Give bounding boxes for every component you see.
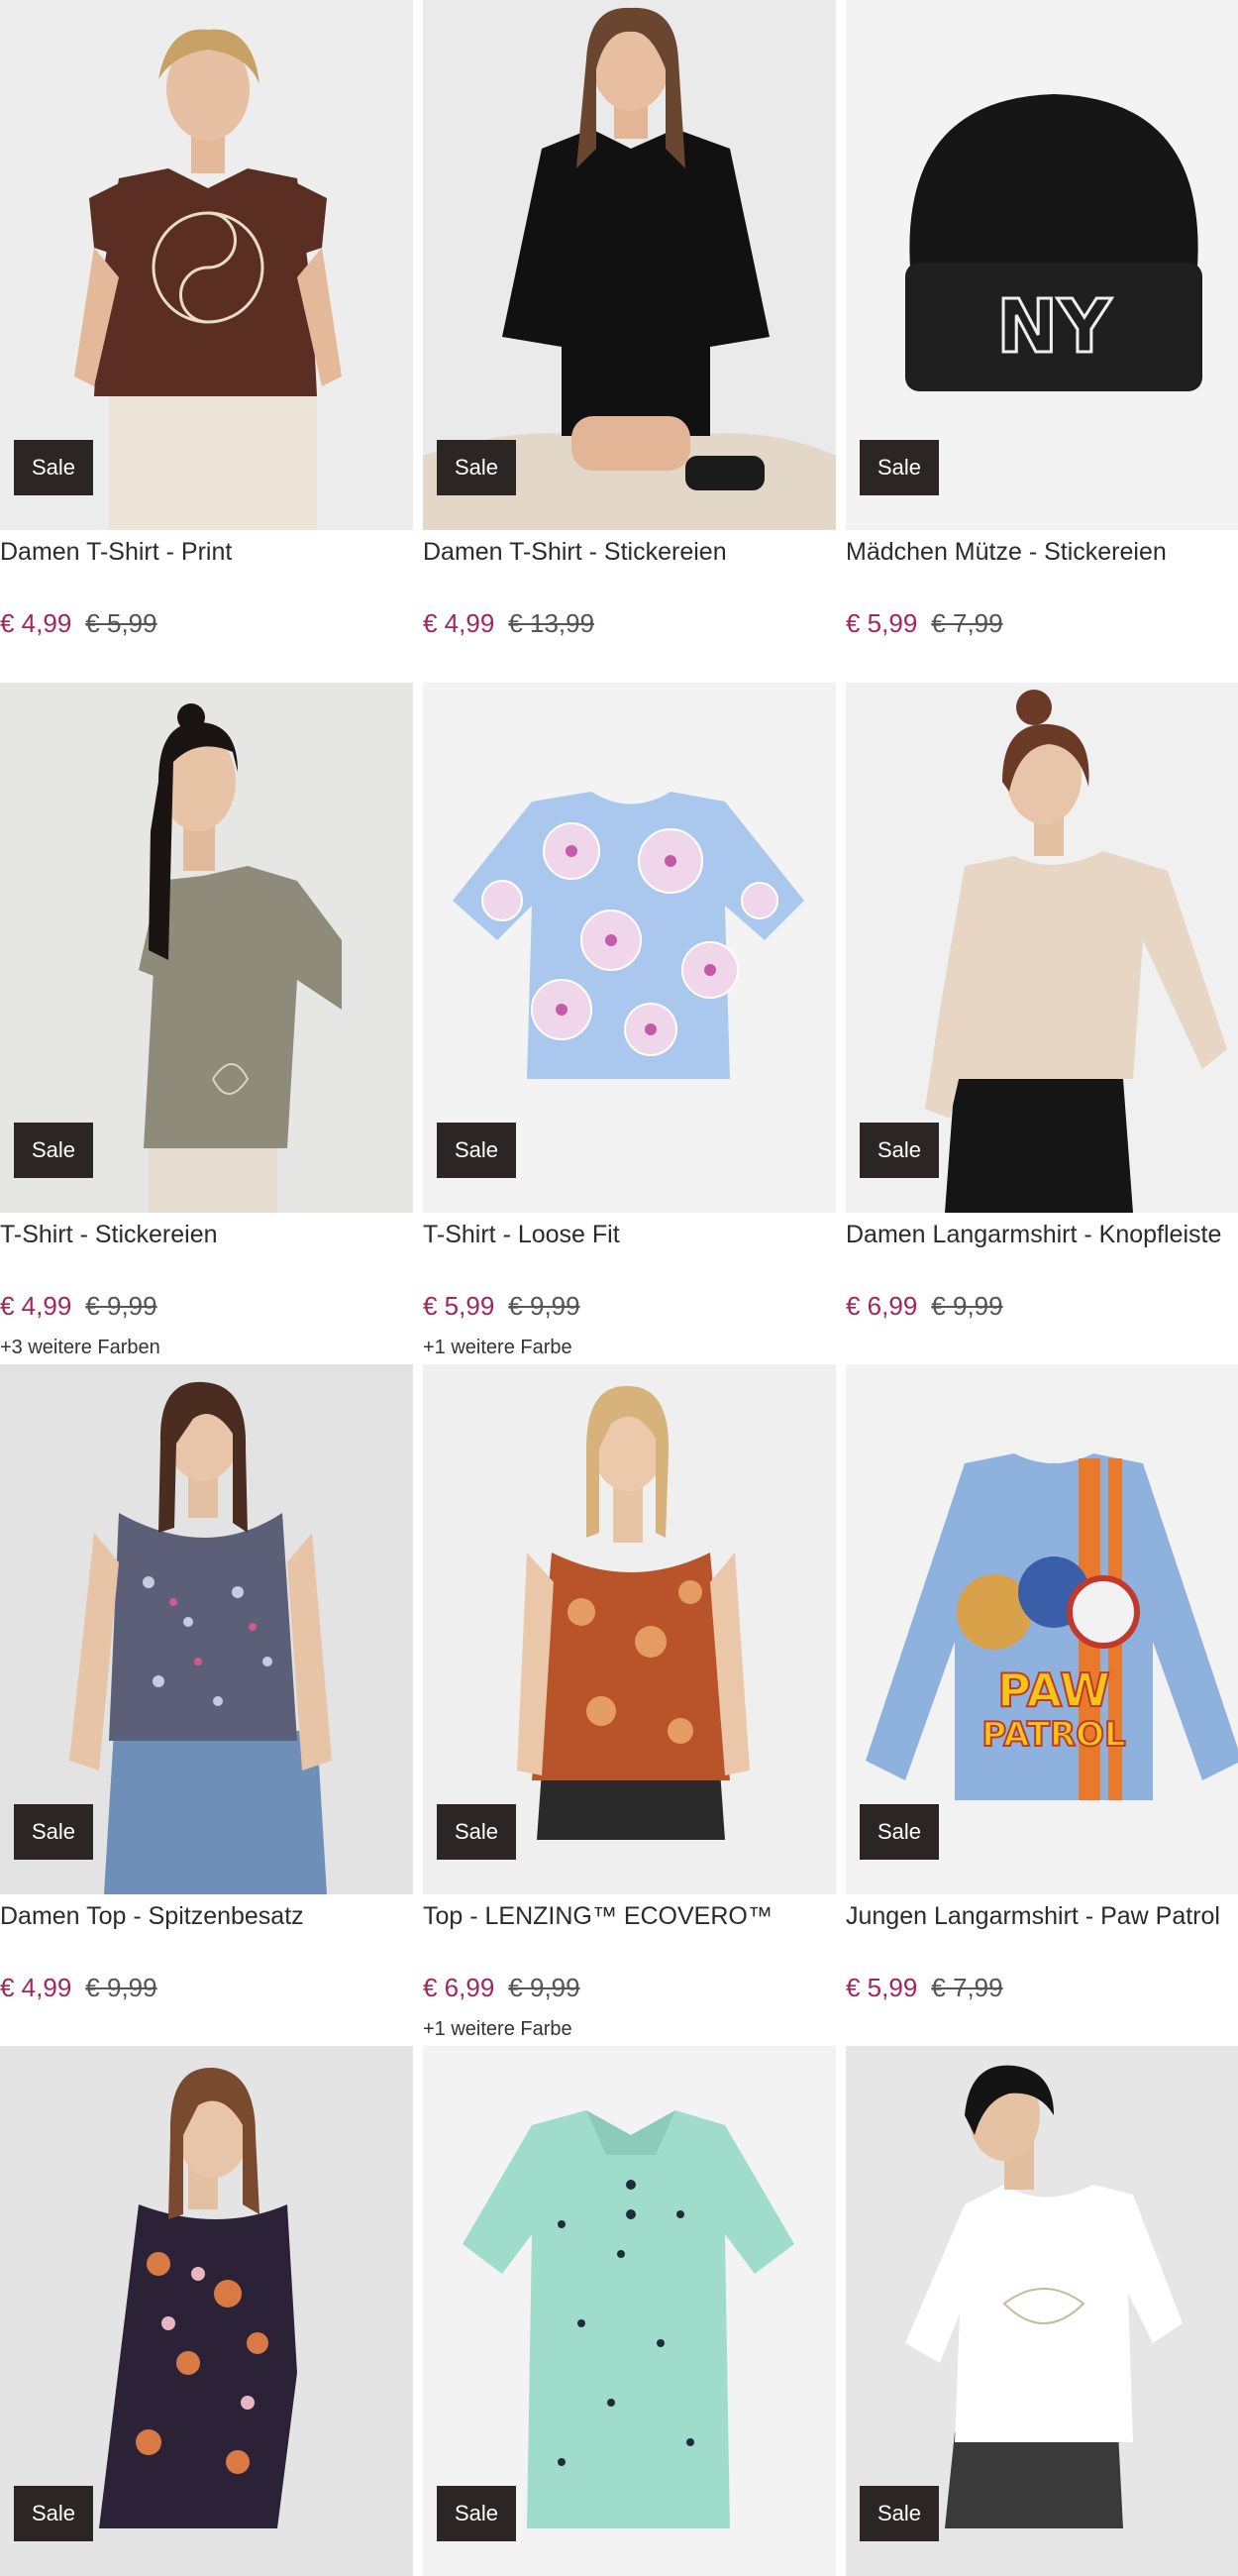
original-price: € 9,99 [508, 1973, 580, 2002]
product-grid: Sale Damen T-Shirt - Print € 4,99 € 5,99 … [0, 0, 1238, 2576]
sale-price: € 4,99 [0, 1291, 72, 1321]
original-price: € 7,99 [931, 608, 1003, 638]
price-row: € 5,99 € 7,99 [846, 608, 1003, 639]
product-image[interactable]: Sale [0, 2046, 413, 2576]
product-image[interactable]: Sale [423, 2046, 836, 2576]
paw-logo-bottom: PATROL [981, 1715, 1125, 1755]
sale-badge: Sale [860, 1804, 939, 1860]
price-row: € 4,99 € 5,99 [0, 608, 157, 639]
product-image[interactable]: Sale [846, 683, 1238, 1213]
product-image[interactable]: PAW PATROL Sale [846, 1364, 1238, 1894]
sale-badge: Sale [860, 1123, 939, 1178]
sale-badge: Sale [14, 440, 93, 495]
product-title[interactable]: Damen Langarmshirt - Knopfleiste [846, 1221, 1238, 1249]
product-title[interactable]: Jungen Langarmshirt - Paw Patrol [846, 1902, 1238, 1931]
sale-badge: Sale [437, 440, 516, 495]
product-image[interactable]: Sale [0, 0, 413, 530]
product-title[interactable]: T-Shirt - Loose Fit [423, 1221, 849, 1249]
price-row: € 6,99 € 9,99 [846, 1291, 1003, 1322]
sale-price: € 4,99 [423, 608, 495, 638]
sale-price: € 6,99 [423, 1973, 495, 2002]
sale-price: € 5,99 [423, 1291, 495, 1321]
sale-badge: Sale [437, 1123, 516, 1178]
sale-price: € 4,99 [0, 1973, 72, 2002]
product-image[interactable]: Sale [0, 683, 413, 1213]
product-image[interactable]: Sale [423, 683, 836, 1213]
price-row: € 4,99 € 9,99 [0, 1973, 157, 2003]
sale-price: € 5,99 [846, 608, 918, 638]
product-image[interactable]: Sale [423, 1364, 836, 1894]
product-title[interactable]: Mädchen Mütze - Stickereien [846, 538, 1238, 567]
price-row: € 4,99 € 9,99 [0, 1291, 157, 1322]
product-image[interactable]: Sale [846, 2046, 1238, 2576]
original-price: € 5,99 [85, 608, 157, 638]
original-price: € 9,99 [508, 1291, 580, 1321]
sale-badge: Sale [860, 2486, 939, 2541]
product-title[interactable]: Damen T-Shirt - Print [0, 538, 426, 567]
product-image[interactable]: NY Sale [846, 0, 1238, 530]
more-colors-link[interactable]: +1 weitere Farbe [423, 2018, 572, 2041]
product-title[interactable]: Damen T-Shirt - Stickereien [423, 538, 849, 567]
sale-price: € 4,99 [0, 608, 72, 638]
sale-price: € 5,99 [846, 1973, 918, 2002]
more-colors-link[interactable]: +1 weitere Farbe [423, 1337, 572, 1359]
price-row: € 6,99 € 9,99 [423, 1973, 580, 2003]
sale-badge: Sale [14, 1804, 93, 1860]
sale-price: € 6,99 [846, 1291, 918, 1321]
original-price: € 13,99 [508, 608, 595, 638]
sale-badge: Sale [437, 1804, 516, 1860]
more-colors-link[interactable]: +3 weitere Farben [0, 1337, 160, 1359]
sale-badge: Sale [14, 2486, 93, 2541]
price-row: € 5,99 € 7,99 [846, 1973, 1003, 2003]
paw-logo-top: PAW [997, 1664, 1110, 1717]
sale-badge: Sale [14, 1123, 93, 1178]
product-title[interactable]: Damen Top - Spitzenbesatz [0, 1902, 426, 1931]
price-row: € 5,99 € 9,99 [423, 1291, 580, 1322]
original-price: € 9,99 [85, 1291, 157, 1321]
original-price: € 9,99 [85, 1973, 157, 2002]
sale-badge: Sale [437, 2486, 516, 2541]
product-title[interactable]: Top - LENZING™ ECOVERO™ [423, 1902, 849, 1931]
product-image[interactable]: Sale [0, 1364, 413, 1894]
original-price: € 9,99 [931, 1291, 1003, 1321]
beanie-logo: NY [996, 284, 1112, 370]
product-title[interactable]: T-Shirt - Stickereien [0, 1221, 426, 1249]
product-image[interactable]: Sale [423, 0, 836, 530]
sale-badge: Sale [860, 440, 939, 495]
original-price: € 7,99 [931, 1973, 1003, 2002]
price-row: € 4,99 € 13,99 [423, 608, 594, 639]
